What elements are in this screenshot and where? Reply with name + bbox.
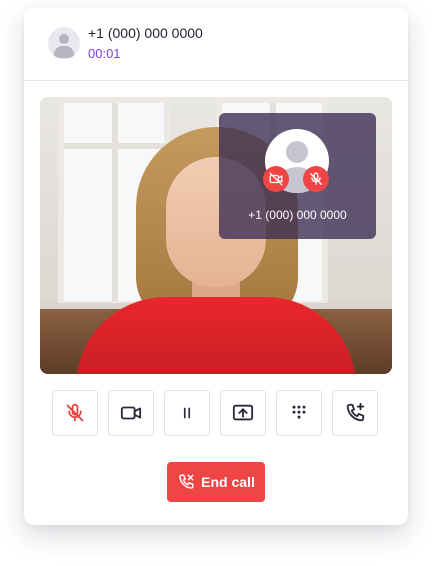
video-off-icon bbox=[263, 166, 289, 192]
keypad-button[interactable] bbox=[276, 390, 322, 436]
share-screen-button[interactable] bbox=[220, 390, 266, 436]
call-header: +1 (000) 000 0000 00:01 bbox=[24, 8, 408, 81]
video-camera-icon bbox=[120, 402, 142, 424]
video-button[interactable] bbox=[108, 390, 154, 436]
self-video-preview[interactable]: +1 (000) 000 0000 bbox=[219, 113, 376, 239]
call-duration: 00:01 bbox=[88, 46, 121, 61]
phone-x-icon bbox=[177, 473, 195, 491]
remote-video: +1 (000) 000 0000 bbox=[40, 97, 392, 374]
mute-button[interactable] bbox=[52, 390, 98, 436]
add-call-button[interactable] bbox=[332, 390, 378, 436]
dialpad-icon bbox=[289, 403, 309, 423]
end-call-label: End call bbox=[201, 474, 255, 490]
self-number: +1 (000) 000 0000 bbox=[248, 208, 347, 222]
mic-off-icon bbox=[303, 166, 329, 192]
screen-share-icon bbox=[232, 402, 254, 424]
mic-off-icon bbox=[65, 403, 85, 423]
hold-button[interactable] bbox=[164, 390, 210, 436]
end-call-button[interactable]: End call bbox=[167, 462, 265, 502]
phone-plus-icon bbox=[344, 402, 366, 424]
caller-avatar bbox=[48, 27, 80, 59]
call-card: +1 (000) 000 0000 00:01 +1 (000) 000 000… bbox=[24, 8, 408, 525]
call-controls bbox=[52, 390, 380, 438]
pause-icon bbox=[178, 404, 196, 422]
caller-number: +1 (000) 000 0000 bbox=[88, 25, 203, 41]
